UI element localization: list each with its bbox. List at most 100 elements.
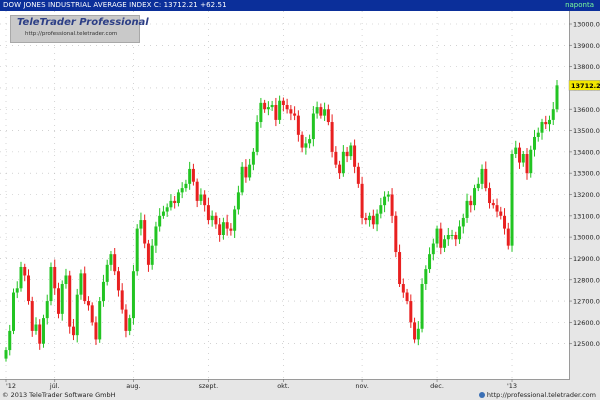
candle-body	[409, 301, 413, 323]
candle-body	[150, 245, 154, 265]
candle-body	[356, 166, 360, 184]
candle-body	[53, 266, 57, 289]
candle-body	[206, 205, 210, 221]
candle-body	[26, 275, 30, 302]
y-tick-label: 13200.00	[573, 191, 600, 199]
candle-body	[368, 215, 372, 221]
y-tick-label: 13100.00	[573, 212, 600, 220]
footer-link[interactable]: http://professional.teletrader.com	[478, 390, 596, 400]
candle-body	[488, 188, 492, 204]
candle-body	[116, 271, 120, 291]
candle-body	[401, 284, 405, 293]
candle-body	[251, 151, 255, 165]
candle-body	[536, 132, 540, 137]
candlestick-chart: 12500.00 12600.00 12700.00 12800.00 12900.00…	[0, 11, 600, 390]
candle-body	[319, 107, 323, 116]
candle-body	[345, 151, 349, 157]
candle-body	[510, 154, 514, 246]
candle-body	[428, 254, 432, 270]
candle-body	[34, 324, 38, 331]
x-tick-label: okt.	[277, 382, 289, 390]
y-tick-label: 12900.00	[573, 255, 600, 263]
y-tick-label: 13000.00	[573, 234, 600, 242]
candle-body	[416, 328, 420, 340]
candle-body	[71, 326, 75, 336]
candle-body	[210, 215, 214, 221]
candle-body	[469, 200, 473, 206]
candle-body	[476, 183, 480, 189]
candle-body	[431, 243, 435, 255]
candle-body	[131, 271, 135, 319]
candle-body	[375, 213, 379, 225]
candle-body	[214, 215, 218, 225]
candle-body	[458, 226, 462, 240]
candle-body	[218, 224, 222, 235]
y-tick-label: 12500.00	[573, 340, 600, 348]
candle-body	[11, 292, 15, 331]
candle-body	[120, 290, 124, 310]
candle-body	[338, 164, 342, 174]
candle-body	[158, 215, 162, 227]
x-tick-label: szept.	[199, 382, 219, 390]
candle-body	[19, 266, 23, 289]
candle-body	[184, 183, 188, 189]
candle-body	[503, 215, 507, 229]
candle-body	[176, 192, 180, 204]
candle-body	[124, 309, 128, 331]
candle-body	[244, 166, 248, 178]
candle-body	[266, 107, 270, 110]
candle-body	[165, 207, 169, 212]
candle-body	[199, 194, 203, 201]
candle-body	[90, 305, 94, 323]
candle-body	[83, 273, 87, 302]
candle-body	[240, 166, 244, 193]
candle-body	[353, 145, 357, 167]
candle-body	[139, 220, 143, 229]
candle-body	[233, 209, 237, 231]
candle-body	[195, 181, 199, 201]
candle-body	[270, 104, 274, 108]
candle-body	[379, 205, 383, 214]
candle-body	[364, 217, 368, 221]
candle-body	[548, 119, 552, 125]
candle-body	[161, 211, 165, 216]
candle-body	[68, 275, 72, 327]
y-tick-label: 13900.00	[573, 42, 600, 50]
candle-body	[45, 301, 49, 319]
candle-body	[101, 281, 105, 302]
candle-body	[105, 264, 109, 282]
y-tick-label: 13000.00	[573, 21, 600, 29]
candle-body	[420, 284, 424, 329]
candle-body	[38, 324, 42, 344]
candle-body	[398, 252, 402, 285]
candle-body	[514, 147, 518, 155]
candle-body	[454, 234, 458, 240]
candle-body	[4, 350, 8, 359]
candle-body	[94, 322, 98, 340]
candle-body	[75, 294, 79, 336]
last-value-label: 13712.21	[571, 82, 600, 90]
candle-body	[360, 183, 364, 218]
candle-body	[390, 194, 394, 216]
candle-body	[274, 104, 278, 120]
candle-body	[98, 301, 102, 340]
candle-body	[304, 143, 308, 148]
logo-brand: TeleTrader Professional	[17, 17, 149, 28]
candle-body	[15, 288, 19, 293]
candle-body	[506, 228, 510, 246]
candle-body	[188, 168, 192, 184]
candle-body	[255, 122, 259, 152]
candle-body	[525, 154, 529, 174]
candle-body	[439, 228, 443, 248]
candle-body	[308, 139, 312, 144]
candle-body	[349, 145, 353, 157]
candle-body	[293, 113, 297, 116]
candle-body	[169, 200, 173, 208]
candle-body	[143, 220, 147, 244]
candle-body	[135, 228, 139, 272]
candle-body	[41, 318, 45, 344]
x-tick-label: '12	[6, 382, 16, 390]
candle-body	[330, 122, 334, 152]
candle-body	[60, 284, 64, 314]
candle-body	[491, 203, 495, 206]
